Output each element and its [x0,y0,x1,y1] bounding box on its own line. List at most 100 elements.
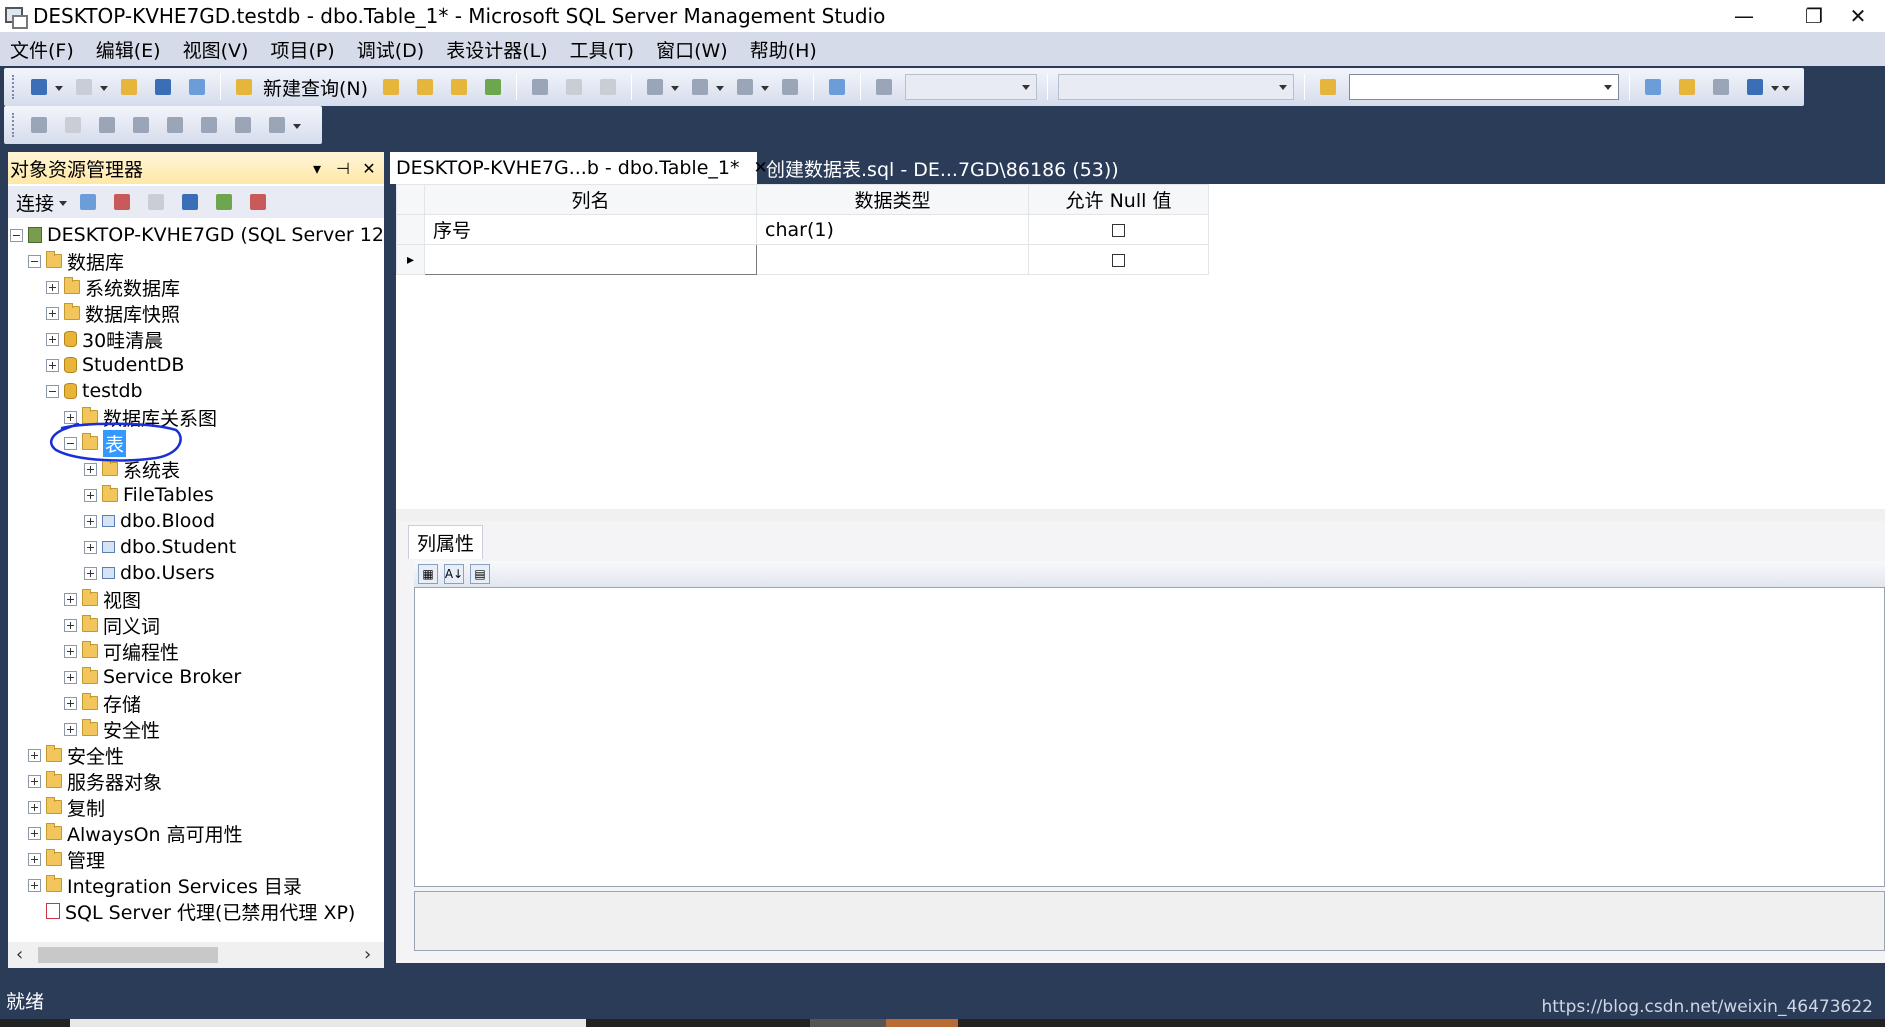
menu-edit[interactable]: 编辑(E) [96,36,161,63]
navigate-forward-icon[interactable] [778,75,802,99]
find-in-files-icon[interactable] [1316,75,1340,99]
expand-icon[interactable] [64,696,77,710]
tree-node-security[interactable]: 安全性 [28,742,124,768]
fulltext-index-icon[interactable] [163,113,187,137]
copy-icon[interactable] [562,75,586,99]
close-button[interactable]: ✕ [1830,0,1885,32]
toolbar-grip[interactable] [12,75,16,99]
chevron-down-icon[interactable] [714,75,725,99]
tree-node-management[interactable]: 管理 [28,846,105,872]
allow-null-cell[interactable] [1028,244,1209,275]
tree-node-db-studentdb[interactable]: StudentDB [46,352,184,378]
start-debug-icon[interactable] [872,75,896,99]
stop-icon[interactable] [144,190,168,214]
expand-icon[interactable] [46,306,59,320]
new-query-button[interactable]: 新建查询(N) [263,74,368,101]
expand-icon[interactable] [28,748,41,762]
new-query-icon[interactable] [232,75,256,99]
current-row-marker-icon[interactable]: ▸ [396,244,425,275]
expand-icon[interactable] [28,826,41,840]
menu-view[interactable]: 视图(V) [183,36,249,63]
toolbar-grip[interactable] [12,113,16,137]
tree-node-replication[interactable]: 复制 [28,794,105,820]
scrollbar-thumb[interactable] [38,947,218,963]
chevron-down-icon[interactable] [57,190,68,214]
dropdown-icon[interactable]: ▾ [306,159,328,178]
tree-node-views[interactable]: 视图 [64,586,141,612]
alphabetical-icon[interactable]: A↓ [444,564,464,584]
minimize-button[interactable]: — [1716,0,1772,32]
filter-icon[interactable] [178,190,202,214]
xml-index-icon[interactable] [197,113,221,137]
tab-create-table-sql[interactable]: 创建数据表.sql - DE...7GD\86186 (53)) [760,152,1140,184]
expand-icon[interactable] [84,488,97,502]
activity-monitor-icon[interactable] [246,190,270,214]
tree-node-synonyms[interactable]: 同义词 [64,612,160,638]
save-icon[interactable] [151,75,175,99]
add-item-icon[interactable] [72,75,96,99]
db-engine-query-icon[interactable] [379,75,403,99]
tree-node-server[interactable]: DESKTOP-KVHE7GD (SQL Server 12.0.2( [10,222,384,248]
expand-icon[interactable] [46,358,59,372]
solution-platform-dropdown[interactable] [1058,74,1295,100]
disconnect-icon[interactable] [110,190,134,214]
property-pages-icon[interactable]: ▤ [470,564,490,584]
chevron-down-icon[interactable] [759,75,770,99]
expand-icon[interactable] [28,878,41,892]
pane-splitter[interactable] [396,509,1885,521]
expand-icon[interactable] [64,592,77,606]
mdx-query-icon[interactable] [447,75,471,99]
expand-icon[interactable] [64,670,77,684]
relationships-icon[interactable] [95,113,119,137]
tree-node-server-objects[interactable]: 服务器对象 [28,768,162,794]
allow-null-checkbox[interactable] [1112,223,1125,237]
collapse-icon[interactable] [28,254,41,268]
allow-null-checkbox[interactable] [1112,253,1125,267]
registered-servers-icon[interactable] [1641,75,1665,99]
categorized-icon[interactable]: ▦ [418,564,438,584]
toolbar-options-icon[interactable] [1780,75,1791,99]
solution-config-dropdown[interactable] [905,74,1038,100]
data-type-cell[interactable] [756,244,1029,275]
expand-icon[interactable] [28,852,41,866]
tree-node-integration-services[interactable]: Integration Services 目录 [28,872,302,898]
expand-icon[interactable] [64,644,77,658]
tree-node-db-testdb[interactable]: testdb [46,378,143,404]
menu-debug[interactable]: 调试(D) [357,36,424,63]
generate-script-icon[interactable] [27,113,51,137]
expand-icon[interactable] [84,566,97,580]
tree-node-sql-agent[interactable]: SQL Server 代理(已禁用代理 XP) [28,898,355,924]
redo-icon[interactable] [688,75,712,99]
property-grid[interactable] [414,587,1885,887]
tree-node-db-security[interactable]: 安全性 [64,716,160,742]
expand-icon[interactable] [28,774,41,788]
close-panel-icon[interactable]: ✕ [358,159,380,178]
tree-node-system-databases[interactable]: 系统数据库 [46,274,180,300]
save-all-icon[interactable] [185,75,209,99]
tree-node-table-blood[interactable]: dbo.Blood [84,508,215,534]
expand-icon[interactable] [84,514,97,528]
horizontal-scrollbar[interactable]: ‹ › [8,942,384,968]
tree-node-filetables[interactable]: FileTables [84,482,214,508]
pin-icon[interactable]: ⊣ [332,159,354,178]
tab-column-properties[interactable]: 列属性 [408,525,484,559]
tree-node-table-student[interactable]: dbo.Student [84,534,236,560]
undo-icon[interactable] [643,75,667,99]
expand-icon[interactable] [84,540,97,554]
expand-icon[interactable] [64,722,77,736]
connect-button[interactable]: 连接 [16,189,54,216]
analysis-query-icon[interactable] [413,75,437,99]
xmla-query-icon[interactable] [481,75,505,99]
collapse-icon[interactable] [10,228,23,242]
check-constraints-icon[interactable] [231,113,255,137]
screenshot-icon[interactable] [825,75,849,99]
chevron-down-icon[interactable] [669,75,680,99]
table-row[interactable]: 序号 char(1) [396,214,1209,245]
column-name-cell[interactable]: 序号 [424,214,757,245]
tree-node-db-snapshots[interactable]: 数据库快照 [46,300,180,326]
table-row[interactable]: ▸ [396,244,1209,275]
row-selector[interactable] [396,214,425,245]
scroll-left-icon[interactable]: ‹ [16,944,23,965]
collapse-icon[interactable] [46,384,59,398]
tree-node-programmability[interactable]: 可编程性 [64,638,179,664]
